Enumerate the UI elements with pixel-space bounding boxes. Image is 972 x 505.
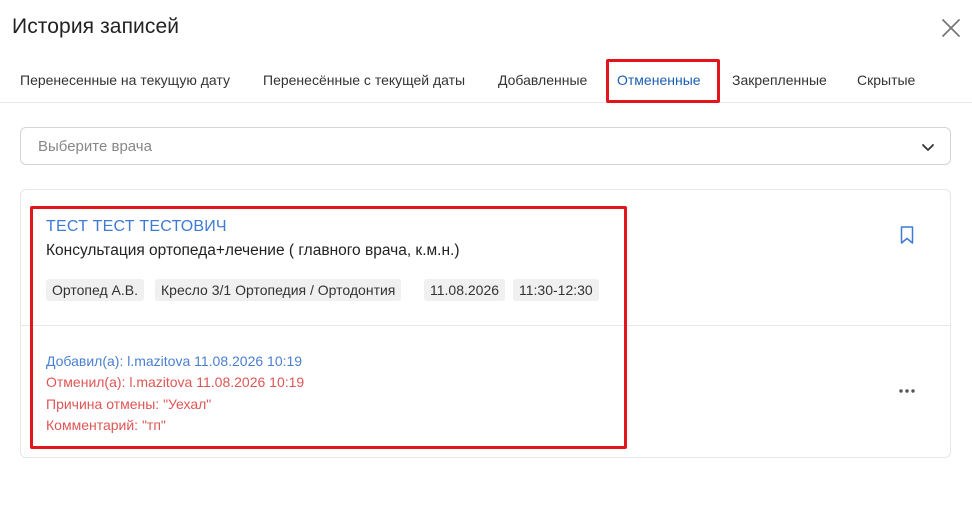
cancelled-by-text: Отменил(а): l.mazitova 11.08.2026 10:19 <box>46 374 305 391</box>
modal-header: История записей <box>0 0 972 58</box>
bookmark-button[interactable] <box>898 225 916 245</box>
chair-tag: Кресло 3/1 Ортопедия / Ортодонтия <box>155 279 402 301</box>
tab-cancelled[interactable]: Отмененные <box>617 72 701 88</box>
doctor-select[interactable]: Выберите врача <box>20 127 951 165</box>
date-tag: 11.08.2026 <box>424 279 506 301</box>
tab-moved-from-today[interactable]: Перенесённые с текущей даты <box>263 72 465 88</box>
more-actions-button[interactable] <box>895 383 919 399</box>
bookmark-icon <box>900 226 914 244</box>
patient-name-link[interactable]: ТЕСТ ТЕСТ ТЕСТОВИЧ <box>46 218 227 236</box>
time-tag: 11:30-12:30 <box>513 279 599 301</box>
doctor-tag: Ортопед А.В. <box>46 279 144 301</box>
tab-pinned[interactable]: Закрепленные <box>732 72 827 88</box>
comment-text: Комментарий: "тп" <box>46 416 166 433</box>
close-button[interactable] <box>937 14 965 42</box>
chevron-down-icon <box>920 139 936 155</box>
tab-added[interactable]: Добавленные <box>498 72 587 88</box>
active-tab-indicator <box>610 100 716 102</box>
modal-title: История записей <box>12 15 180 38</box>
record-card: ТЕСТ ТЕСТ ТЕСТОВИЧ Консультация ортопеда… <box>20 189 951 458</box>
cancel-reason-text: Причина отмены: "Уехал" <box>46 395 212 412</box>
history-modal: История записей Перенесенные на текущую … <box>0 0 972 505</box>
record-log: Добавил(а): l.mazitova 11.08.2026 10:19 … <box>46 351 304 436</box>
doctor-select-placeholder: Выберите врача <box>38 138 152 155</box>
close-icon <box>942 19 960 37</box>
tab-moved-to-today[interactable]: Перенесенные на текущую дату <box>20 72 230 88</box>
service-name: Консультация ортопеда+лечение ( главного… <box>46 242 460 259</box>
tabs-bar: Перенесенные на текущую дату Перенесённы… <box>0 58 972 103</box>
tab-hidden[interactable]: Скрытые <box>857 72 915 88</box>
more-horizontal-icon <box>899 389 915 393</box>
added-by-text: Добавил(а): l.mazitova 11.08.2026 10:19 <box>46 353 303 369</box>
card-divider <box>21 325 950 326</box>
